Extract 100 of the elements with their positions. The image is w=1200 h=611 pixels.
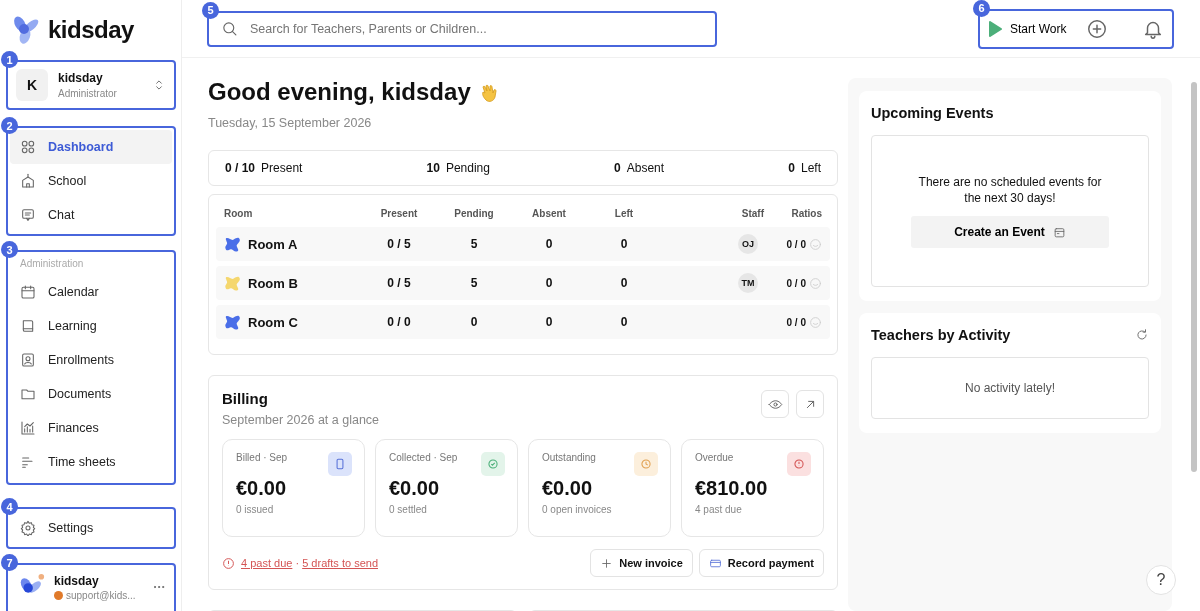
smiley-icon [809,315,822,329]
sidebar-item[interactable]: Enrollments [10,343,172,377]
table-cell-text: 5 [469,237,479,251]
user-card[interactable]: kidsday support@kids... [16,573,166,601]
card-amount: €0.00 [236,477,288,500]
empty-message: No activity lately! [871,357,1149,419]
table-cell-text: 0 [619,315,629,329]
sidebar-item[interactable]: School [10,164,172,198]
play-icon [988,20,1002,37]
table-cell-text: 5 [469,276,479,290]
summary-stat: 0 / 10 Present [225,161,303,175]
staff-avatar: OJ [738,234,758,254]
alert-link[interactable]: 4 past due [241,557,293,569]
smiley-icon [809,276,822,290]
teachers-title: Teachers by Activity [871,327,1011,343]
help-button[interactable]: ? [1146,565,1176,595]
column-header: Room [224,207,254,219]
create-event-button[interactable]: Create an Event [911,216,1109,249]
callout-badge: 3 [1,241,18,258]
room-name: Room A [248,236,298,252]
column-header: Absent [531,207,567,219]
card-label: Overdue [695,452,735,463]
column-header: Pending [453,207,495,219]
date-text: Tuesday, 15 September 2026 [208,116,373,130]
chart-icon [20,420,36,436]
lines-icon [20,454,36,470]
events-title: Upcoming Events [871,105,994,121]
callout-badge: 2 [1,117,18,134]
table-cell: 0 / 0 [786,238,806,250]
new-invoice-button[interactable]: New invoice [590,549,693,577]
avatar: K [16,69,48,101]
sidebar-item[interactable]: Finances [10,411,172,445]
greeting: Good evening, kidsday [208,78,471,106]
alert-link[interactable]: 5 drafts to send [302,557,378,569]
sidebar-item[interactable]: Documents [10,377,172,411]
scrollbar[interactable] [1191,82,1197,472]
card-note: 0 open invoices [542,504,613,515]
table-cell-text: 0 [469,315,479,329]
room-row[interactable]: Room B 0 / 5 5 0 0 TM 0 / 0 [216,266,830,300]
summary-stat: 0 Absent [614,161,665,175]
column-header: Present [379,207,419,219]
room-name: Room B [248,275,298,291]
table-cell-text: 0 [544,276,554,290]
column-header: Staff [740,207,764,219]
person-icon [20,352,36,368]
card-label: Billed · Sep [236,452,289,463]
summary-stat: 0 Left [788,161,821,175]
start-work-button[interactable]: Start Work [988,20,1067,37]
sidebar-item[interactable]: Calendar [10,275,172,309]
callout-badge: 6 [973,0,990,17]
table-cell-text: 0 / 0 [386,315,412,329]
callout-badge: 4 [1,498,18,515]
sidebar-item[interactable]: Time sheets [10,445,172,479]
section-heading: Administration [19,257,85,271]
table-cell-text: 0 / 5 [386,237,412,251]
view-button[interactable] [761,390,789,418]
table-cell: 0 / 0 [786,316,806,328]
column-header: Ratios [790,207,822,219]
school-icon [20,173,36,189]
user-name: kidsday [54,573,100,588]
user-email: support@kids... [66,589,136,601]
settings-icon [20,520,36,536]
callout-badge: 1 [1,51,18,68]
card-label: Collected · Sep [389,452,459,463]
table-cell-text: 0 / 5 [386,276,412,290]
card-amount: €0.00 [389,477,441,500]
card-note: 4 past due [695,504,743,515]
alert-text: 4 past due · 5 drafts to send [241,557,378,569]
grid-icon [20,139,36,155]
billing-subtitle: September 2026 at a glance [222,413,380,427]
callout-badge: 5 [202,1,219,19]
card-note: 0 settled [389,504,428,515]
column-header: Left [613,207,635,219]
add-icon [1086,17,1108,40]
billing-title: Billing [222,390,269,407]
table-cell-text: 0 [619,276,629,290]
account-switcher[interactable]: K kidsday Administrator [16,71,166,99]
calendar-icon [1052,225,1066,239]
sidebar-item[interactable]: Chat [10,198,172,232]
warning-dot-icon [54,590,63,600]
table-cell: 0 / 0 [786,277,806,289]
staff-avatar: TM [738,273,758,293]
table-cell-text: 0 [619,237,629,251]
smiley-icon [809,237,822,251]
card-amount: €810.00 [695,477,769,500]
table-cell-text: 0 [544,315,554,329]
account-name: kidsday [58,71,104,85]
sidebar-item[interactable]: Learning [10,309,172,343]
chat-icon [20,207,36,223]
card-note: 0 issued [236,504,275,515]
alert-icon [222,556,235,570]
sidebar-item[interactable]: Dashboard [10,130,172,164]
room-row[interactable]: Room A 0 / 5 5 0 0 OJ 0 / 0 [216,227,830,261]
search-input[interactable]: Search for Teachers, Parents or Children... [248,20,703,37]
card-amount: €0.00 [542,477,594,500]
open-button[interactable] [796,390,824,418]
record-payment-button[interactable]: Record payment [698,549,824,577]
refresh-icon [1135,328,1149,342]
room-row[interactable]: Room C 0 / 0 0 0 0 0 / 0 [216,305,830,339]
plus-icon [600,556,614,570]
